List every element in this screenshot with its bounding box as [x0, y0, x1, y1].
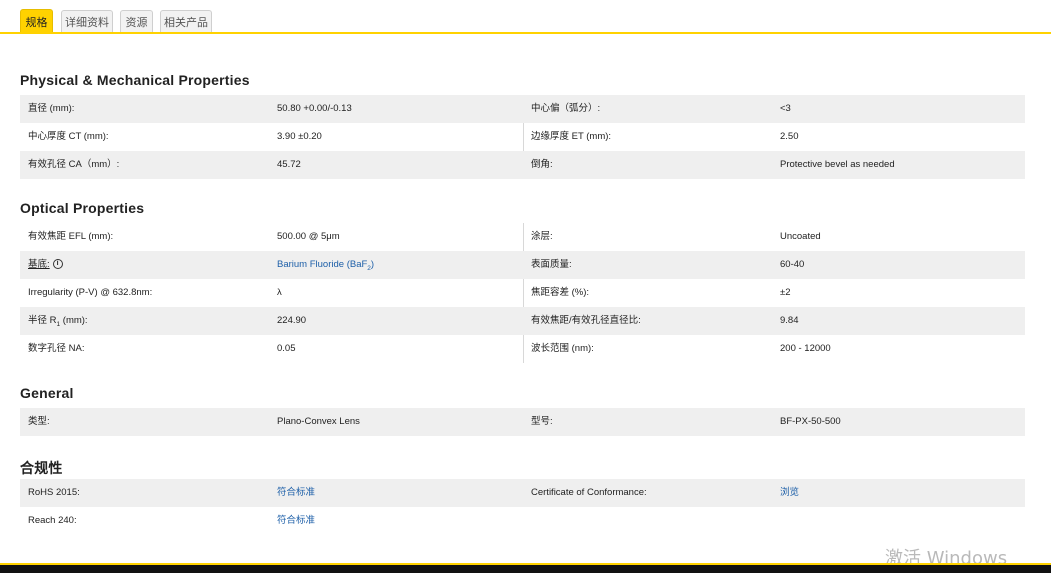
spec-value: BF-PX-50-500: [780, 416, 841, 427]
tab-specs[interactable]: 规格: [20, 9, 53, 33]
spec-label: 型号:: [531, 416, 553, 427]
table-row: Reach 240: 符合标准: [20, 507, 1025, 535]
substrate-link-text[interactable]: Barium Fluoride (BaF: [277, 259, 367, 270]
footer-bar: [0, 565, 1051, 573]
spec-value: λ: [277, 287, 282, 298]
spec-value: 45.72: [277, 159, 301, 170]
spec-label: 焦距容差 (%):: [531, 287, 590, 298]
physical-table: 直径 (mm): 50.80 +0.00/-0.13 中心偏（弧分）: <3 中…: [20, 95, 1025, 179]
spec-label: 有效焦距 EFL (mm):: [28, 231, 114, 242]
table-row: 直径 (mm): 50.80 +0.00/-0.13 中心偏（弧分）: <3: [20, 95, 1025, 123]
general-table: 类型: Plano-Convex Lens 型号: BF-PX-50-500: [20, 408, 1025, 436]
substrate-link-end[interactable]: ): [371, 259, 374, 270]
spec-label: RoHS 2015:: [28, 487, 80, 498]
spec-label: 涂层:: [531, 231, 553, 242]
table-row: 中心厚度 CT (mm): 3.90 ±0.20 边缘厚度 ET (mm): 2…: [20, 123, 1025, 151]
spec-label: 类型:: [28, 416, 50, 427]
substrate-label[interactable]: 基底: i: [28, 251, 63, 279]
table-row: 半径 R1 (mm): 224.90 有效焦距/有效孔径直径比: 9.84: [20, 307, 1025, 335]
table-row: 有效焦距 EFL (mm): 500.00 @ 5μm 涂层: Uncoated: [20, 223, 1025, 251]
spec-label: 中心厚度 CT (mm):: [28, 131, 109, 142]
radius-label: 半径 R1 (mm):: [28, 307, 88, 335]
rohs-compliant-link[interactable]: 符合标准: [277, 479, 315, 507]
spec-value: 200 - 12000: [780, 343, 831, 354]
certificate-view-link[interactable]: 浏览: [780, 479, 799, 507]
spec-label[interactable]: 基底:: [28, 259, 50, 270]
section-title-compliance: 合规性: [20, 460, 63, 476]
spec-value: 2.50: [780, 131, 799, 142]
spec-label: 波长范围 (nm):: [531, 343, 594, 354]
spec-label: Irregularity (P-V) @ 632.8nm:: [28, 287, 153, 298]
table-row: 类型: Plano-Convex Lens 型号: BF-PX-50-500: [20, 408, 1025, 436]
spec-label: 半径 R: [28, 315, 57, 326]
compliance-table: RoHS 2015: 符合标准 Certificate of Conforman…: [20, 479, 1025, 535]
spec-value: 60-40: [780, 259, 805, 270]
spec-value: 50.80 +0.00/-0.13: [277, 103, 352, 114]
spec-value: Uncoated: [780, 231, 821, 242]
spec-value: 224.90: [277, 315, 307, 326]
spec-label: 表面质量:: [531, 259, 572, 270]
spec-value: 9.84: [780, 315, 799, 326]
spec-value: 500.00 @ 5μm: [277, 231, 340, 242]
spec-value: <3: [780, 103, 791, 114]
section-title-physical: Physical & Mechanical Properties: [20, 72, 250, 88]
reach-compliant-link[interactable]: 符合标准: [277, 507, 315, 535]
optical-table: 有效焦距 EFL (mm): 500.00 @ 5μm 涂层: Uncoated…: [20, 223, 1025, 363]
tab-bar: 规格 详细资料 资源 相关产品: [0, 0, 1051, 34]
spec-label: Certificate of Conformance:: [531, 487, 647, 498]
table-row: 有效孔径 CA（mm）: 45.72 倒角: Protective bevel …: [20, 151, 1025, 179]
spec-label: 有效孔径 CA（mm）:: [28, 159, 120, 170]
spec-label: 倒角:: [531, 159, 553, 170]
info-icon[interactable]: i: [52, 259, 63, 270]
tab-details[interactable]: 详细资料: [61, 10, 113, 32]
tab-resources[interactable]: 资源: [120, 10, 153, 32]
tab-underline: [0, 32, 1051, 34]
spec-label: 边缘厚度 ET (mm):: [531, 131, 612, 142]
spec-label: Reach 240:: [28, 515, 77, 526]
section-title-general: General: [20, 385, 74, 401]
spec-label: 数字孔径 NA:: [28, 343, 85, 354]
spec-label: 直径 (mm):: [28, 103, 75, 114]
substrate-link[interactable]: Barium Fluoride (BaF2): [277, 251, 374, 279]
spec-value: 0.05: [277, 343, 296, 354]
table-row: RoHS 2015: 符合标准 Certificate of Conforman…: [20, 479, 1025, 507]
section-title-optical: Optical Properties: [20, 200, 145, 216]
spec-label-end: (mm):: [60, 315, 88, 326]
tab-related-products[interactable]: 相关产品: [160, 10, 212, 32]
spec-value: Protective bevel as needed: [780, 159, 895, 170]
spec-value: Plano-Convex Lens: [277, 416, 360, 427]
spec-label: 有效焦距/有效孔径直径比:: [531, 315, 641, 326]
table-row: Irregularity (P-V) @ 632.8nm: λ 焦距容差 (%)…: [20, 279, 1025, 307]
table-row: 数字孔径 NA: 0.05 波长范围 (nm): 200 - 12000: [20, 335, 1025, 363]
spec-label: 中心偏（弧分）:: [531, 103, 601, 114]
spec-value: ±2: [780, 287, 791, 298]
spec-value: 3.90 ±0.20: [277, 131, 322, 142]
table-row: 基底: i Barium Fluoride (BaF2) 表面质量: 60-40: [20, 251, 1025, 279]
